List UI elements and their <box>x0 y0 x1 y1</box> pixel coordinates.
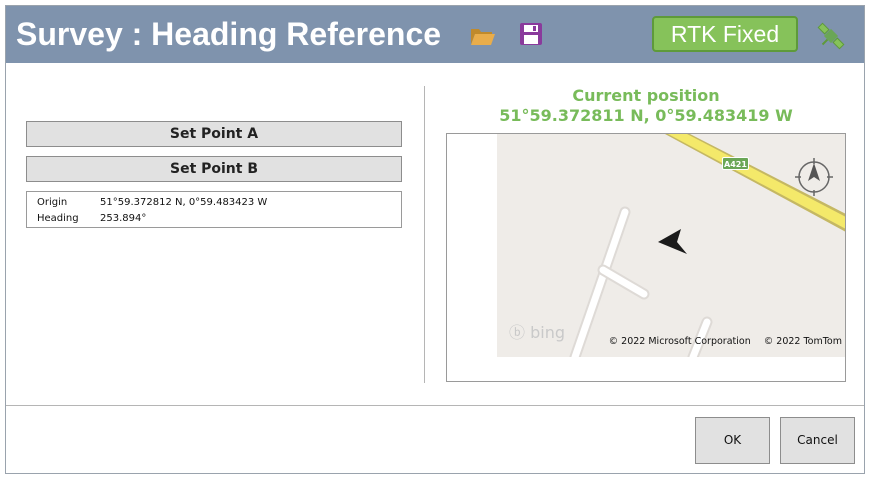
current-position-label: Current position <box>572 86 720 105</box>
heading-row: Heading 253.894° <box>37 211 391 227</box>
current-position: Current position 51°59.372811 N, 0°59.48… <box>446 86 846 126</box>
set-point-b-button[interactable]: Set Point B <box>26 156 402 182</box>
satellite-icon <box>817 22 845 50</box>
dialog-window: Survey : Heading Reference RTK Fixed Set… <box>5 5 865 474</box>
rtk-status-badge: RTK Fixed <box>652 16 798 52</box>
footer-divider <box>6 405 864 406</box>
current-position-value: 51°59.372811 N, 0°59.483419 W <box>499 106 793 125</box>
map-view[interactable]: A421 ⓑ bing © 2022 Microsoft Corporation… <box>446 133 846 382</box>
origin-value: 51°59.372812 N, 0°59.483423 W <box>100 197 268 208</box>
origin-label: Origin <box>37 197 68 208</box>
bing-logo: ⓑ bing <box>509 323 565 342</box>
copyright-tomtom: © 2022 TomTom <box>763 336 842 347</box>
map-attribution: © 2022 Microsoft Corporation © 2022 TomT… <box>599 336 842 347</box>
heading-label: Heading <box>37 213 79 224</box>
dialog-title: Survey : Heading Reference <box>16 16 442 52</box>
heading-value: 253.894° <box>100 213 147 224</box>
title-bar: Survey : Heading Reference RTK Fixed <box>6 6 864 63</box>
origin-row: Origin 51°59.372812 N, 0°59.483423 W <box>37 195 391 211</box>
heading-arrow-icon <box>658 229 687 254</box>
compass-icon[interactable] <box>793 154 835 196</box>
vertical-divider <box>424 86 425 383</box>
folder-icon[interactable] <box>470 25 496 47</box>
result-box: Origin 51°59.372812 N, 0°59.483423 W Hea… <box>26 191 402 228</box>
point-controls: Set Point A Set Point B Origin 51°59.372… <box>26 121 402 228</box>
save-icon[interactable] <box>519 22 543 46</box>
map-canvas[interactable]: A421 ⓑ bing © 2022 Microsoft Corporation… <box>497 134 845 357</box>
ok-button[interactable]: OK <box>695 417 770 464</box>
copyright-microsoft: © 2022 Microsoft Corporation <box>608 336 751 347</box>
set-point-a-button[interactable]: Set Point A <box>26 121 402 147</box>
cancel-button[interactable]: Cancel <box>780 417 855 464</box>
road-label-a421: A421 <box>722 157 749 170</box>
